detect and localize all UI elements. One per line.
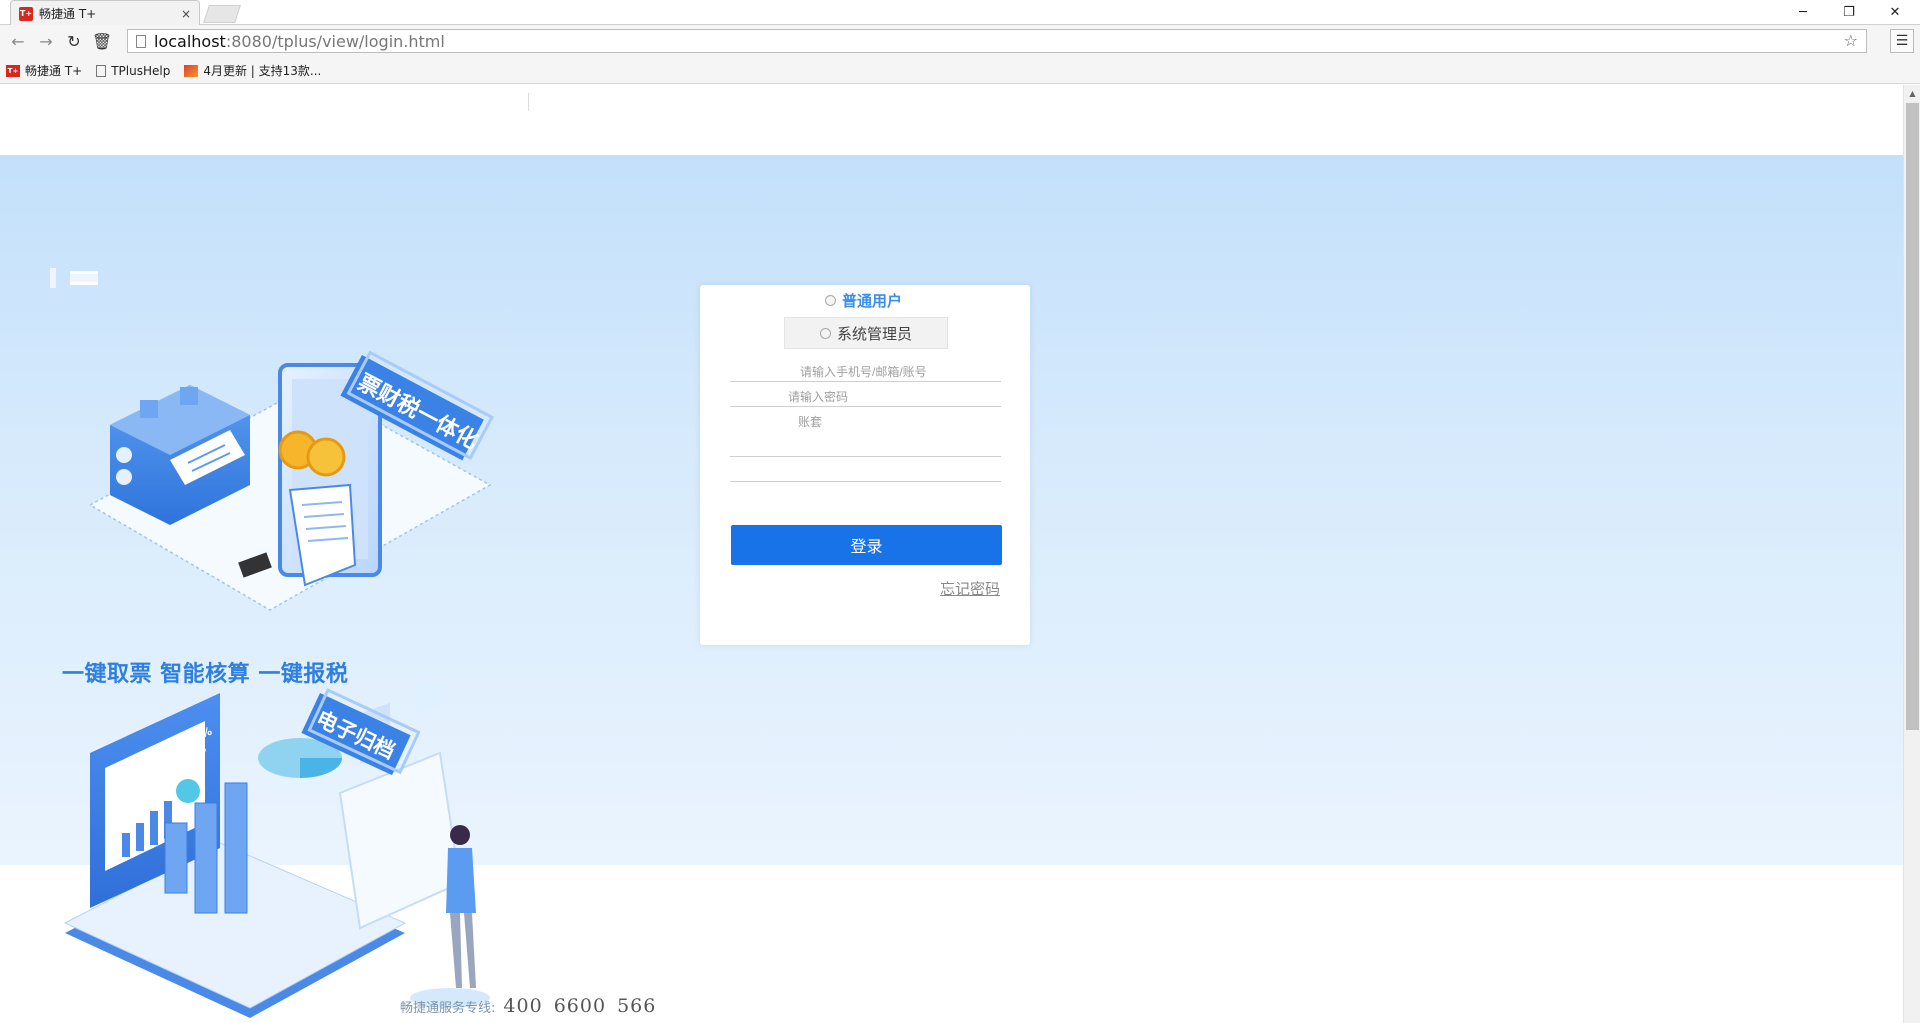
bookmark-tplushelp[interactable]: TPlusHelp [96,64,170,78]
service-hotline: 畅捷通服务专线: 400 6600 566 [400,995,656,1017]
header-divider [528,93,529,111]
page-icon [96,64,107,77]
browser-tab[interactable]: T+ 畅捷通 T+ × [10,0,200,26]
back-icon[interactable]: ← [4,28,32,56]
star-icon[interactable]: ☆ [1844,31,1858,50]
scroll-thumb[interactable] [1906,103,1919,730]
login-button[interactable]: 登录 [731,525,1002,565]
browser-toolbar: ← → ↻ 🗑 localhost:8080/tplus/view/login.… [0,25,1920,58]
page-viewport: 票财税一体化 一键取票 智能核算 一键报税 80% 10% 电子归档 畅捷通服务… [0,85,1903,1023]
role-admin-radio[interactable] [819,327,831,339]
hotline-number: 400 6600 566 [503,995,657,1017]
t-plus-icon: T+ [6,64,20,77]
forward-icon[interactable]: → [32,28,60,56]
address-bar[interactable]: localhost:8080/tplus/view/login.html ☆ [127,29,1867,53]
brand-logo [50,268,98,290]
t-plus-icon: T+ [19,6,33,21]
url-path: :8080/tplus/view/login.html [225,31,445,51]
trash-icon[interactable]: 🗑 [88,28,116,56]
login-card: 普通用户 系统管理员 登录 忘记密码 [700,285,1030,645]
window-close-icon[interactable]: ✕ [1872,0,1918,25]
e-archive-illustration: 80% 10% 电子归档 [63,683,490,1018]
page-icon [136,34,146,48]
bookmarks-bar: T+ 畅捷通 T+ TPlusHelp 4月更新 | 支持13款... [0,58,1920,84]
bookmark-update[interactable]: 4月更新 | 支持13款... [184,62,321,79]
extra-field[interactable] [730,458,1001,482]
minimize-icon[interactable]: ─ [1780,0,1826,25]
role-admin-label: 系统管理员 [836,324,912,343]
role-user-option[interactable]: 普通用户 [825,290,902,311]
image-icon [184,64,199,77]
role-user-label: 普通用户 [842,292,903,310]
bookmark-label: 畅捷通 T+ [25,64,83,78]
bookmark-label: 4月更新 | 支持13款... [203,64,322,78]
bookmark-tplus[interactable]: T+ 畅捷通 T+ [6,62,82,79]
role-admin-option[interactable]: 系统管理员 [784,317,948,349]
ledger-input[interactable] [730,408,1001,432]
menu-icon[interactable]: ☰ [1890,29,1914,53]
ledger-select[interactable] [730,433,1001,457]
role-user-radio[interactable] [825,295,836,306]
bookmark-label: TPlusHelp [111,63,171,78]
invoice-tax-illustration: 票财税一体化 [88,350,494,611]
forgot-password-link[interactable]: 忘记密码 [940,578,1000,599]
url-host: localhost [154,31,226,51]
restore-icon[interactable]: ❐ [1826,0,1872,25]
tab-title: 畅捷通 T+ [39,7,97,21]
tab-strip: T+ 畅捷通 T+ × ─ ❐ ✕ [0,0,1920,26]
scroll-up-icon[interactable]: ▲ [1904,85,1920,101]
account-input[interactable] [730,358,1001,382]
new-tab-button[interactable] [203,5,241,23]
page-scrollbar[interactable]: ▲ [1903,85,1920,1023]
reload-icon[interactable]: ↻ [60,28,88,56]
password-input[interactable] [730,383,1001,407]
page-header [0,85,1903,155]
hotline-label: 畅捷通服务专线: [400,1001,496,1016]
close-icon[interactable]: × [181,7,191,21]
